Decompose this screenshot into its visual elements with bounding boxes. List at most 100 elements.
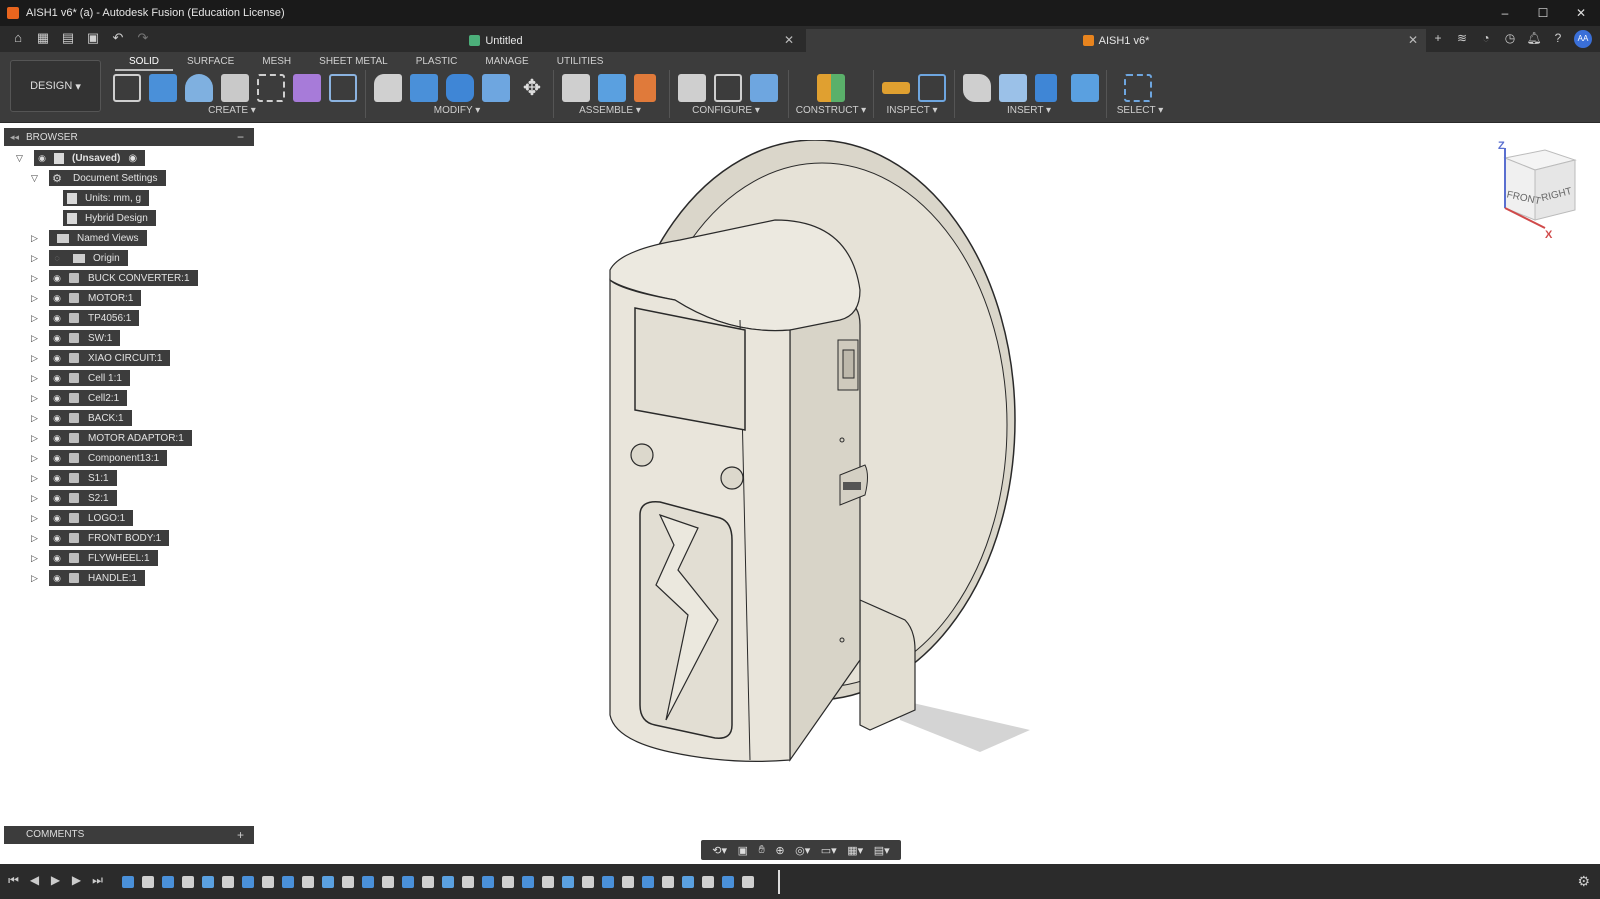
- modify-menu[interactable]: MODIFY ▾: [434, 105, 481, 116]
- joint-icon[interactable]: [562, 74, 590, 102]
- minimize-panel-icon[interactable]: −: [237, 130, 244, 144]
- tree-chip[interactable]: ◉ TP4056:1: [49, 310, 140, 326]
- timeline-feature-icon[interactable]: [542, 876, 554, 888]
- step-forward-icon[interactable]: ▶: [71, 873, 82, 888]
- pan-icon[interactable]: ✋︎: [759, 844, 765, 857]
- workspace-switcher[interactable]: DESIGN ▾: [10, 60, 101, 112]
- avatar[interactable]: AA: [1574, 30, 1592, 48]
- browser-header[interactable]: ◂◂ BROWSER −: [4, 128, 254, 146]
- tree-document-settings[interactable]: ▽ ⚙ Document Settings: [0, 170, 260, 186]
- timeline-feature-icon[interactable]: [242, 876, 254, 888]
- visibility-eye-icon[interactable]: ◉: [49, 433, 65, 444]
- model-viewport[interactable]: [560, 140, 1060, 780]
- tree-component[interactable]: ▷ ◉ BUCK CONVERTER:1: [0, 270, 260, 286]
- tree-chip[interactable]: ◉ MOTOR ADAPTOR:1: [49, 430, 192, 446]
- expand-arrow-icon[interactable]: ▷: [31, 393, 41, 404]
- tree-chip[interactable]: ◉ FLYWHEEL:1: [49, 550, 158, 566]
- timeline-feature-icon[interactable]: [282, 876, 294, 888]
- tree-component[interactable]: ▷ ◉ S2:1: [0, 490, 260, 506]
- timeline-feature-icon[interactable]: [222, 876, 234, 888]
- tree-chip[interactable]: ◉ BACK:1: [49, 410, 132, 426]
- close-window-button[interactable]: ✕: [1562, 0, 1600, 26]
- expand-arrow-icon[interactable]: ▷: [31, 453, 41, 464]
- offset-plane-icon[interactable]: [817, 74, 845, 102]
- tree-chip[interactable]: ◉ HANDLE:1: [49, 570, 145, 586]
- zoom-icon[interactable]: ⊕: [775, 844, 784, 857]
- comments-panel[interactable]: COMMENTS +: [4, 826, 254, 844]
- tree-chip[interactable]: ◉ FRONT BODY:1: [49, 530, 170, 546]
- tree-chip[interactable]: ⚙ Document Settings: [49, 170, 166, 186]
- timeline-feature-icon[interactable]: [342, 876, 354, 888]
- hole-icon[interactable]: [221, 74, 249, 102]
- tree-design-type[interactable]: Hybrid Design: [0, 210, 260, 226]
- go-to-start-icon[interactable]: ⏮︎: [8, 873, 19, 888]
- configure-menu[interactable]: CONFIGURE ▾: [692, 105, 760, 116]
- expand-arrow-icon[interactable]: ▷: [31, 313, 41, 324]
- tree-chip[interactable]: ◉ (Unsaved) ◉: [34, 150, 146, 166]
- select-menu[interactable]: SELECT ▾: [1117, 105, 1164, 116]
- tree-chip[interactable]: ◌ Origin: [49, 250, 128, 266]
- visibility-eye-icon[interactable]: ◉: [49, 313, 65, 324]
- rigid-group-icon[interactable]: [634, 74, 656, 102]
- tree-component[interactable]: ▷ ◉ XIAO CIRCUIT:1: [0, 350, 260, 366]
- expand-arrow-icon[interactable]: ▷: [31, 293, 41, 304]
- decal-icon[interactable]: [999, 74, 1027, 102]
- tab-surface[interactable]: SURFACE: [173, 54, 248, 71]
- timeline-feature-icon[interactable]: [702, 876, 714, 888]
- orbit-icon[interactable]: ⟲▾: [712, 844, 727, 857]
- timeline-feature-icon[interactable]: [382, 876, 394, 888]
- viewports-icon[interactable]: ▤▾: [874, 844, 890, 857]
- timeline-feature-icon[interactable]: [642, 876, 654, 888]
- visibility-eye-icon[interactable]: ◉: [49, 513, 65, 524]
- tree-chip[interactable]: ◉ S2:1: [49, 490, 117, 506]
- collapse-panel-icon[interactable]: ◂◂: [10, 132, 19, 143]
- job-status-icon[interactable]: ◔: [1478, 30, 1494, 46]
- tree-chip[interactable]: ◉ Cell2:1: [49, 390, 128, 406]
- tree-root[interactable]: ▽ ◉ (Unsaved) ◉: [0, 150, 260, 166]
- extrude-icon[interactable]: [149, 74, 177, 102]
- construct-menu[interactable]: CONSTRUCT ▾: [796, 105, 866, 116]
- rectangular-pattern-icon[interactable]: [257, 74, 285, 102]
- move-icon[interactable]: ✥: [518, 74, 546, 102]
- timeline-feature-icon[interactable]: [462, 876, 474, 888]
- tree-component[interactable]: ▷ ◉ FRONT BODY:1: [0, 530, 260, 546]
- tree-chip[interactable]: ◉ SW:1: [49, 330, 121, 346]
- visibility-eye-icon[interactable]: ◉: [49, 373, 65, 384]
- expand-arrow-icon[interactable]: ▽: [31, 173, 41, 184]
- create-sketch-icon[interactable]: [113, 74, 141, 102]
- fillet-icon[interactable]: [410, 74, 438, 102]
- expand-arrow-icon[interactable]: ▷: [31, 233, 41, 244]
- minimize-button[interactable]: –: [1486, 0, 1524, 26]
- tab-utilities[interactable]: UTILITIES: [543, 54, 618, 71]
- tree-named-views[interactable]: ▷ Named Views: [0, 230, 260, 246]
- configure-rules-icon[interactable]: [750, 74, 778, 102]
- go-to-end-icon[interactable]: ⏭︎: [92, 873, 103, 888]
- timeline-settings-icon[interactable]: ⚙: [1577, 873, 1590, 890]
- close-tab-icon[interactable]: ✕: [784, 33, 794, 47]
- visibility-eye-icon[interactable]: ◉: [49, 413, 65, 424]
- extensions-icon[interactable]: ≋: [1454, 30, 1470, 46]
- visibility-eye-icon[interactable]: ◉: [49, 533, 65, 544]
- tree-chip[interactable]: ◉ Component13:1: [49, 450, 168, 466]
- visibility-eye-icon[interactable]: ◉: [49, 293, 65, 304]
- visibility-eye-icon[interactable]: ◉: [49, 553, 65, 564]
- visibility-eye-icon[interactable]: ◉: [34, 153, 50, 164]
- configure-icon[interactable]: [678, 74, 706, 102]
- close-tab-icon[interactable]: ✕: [1408, 33, 1418, 47]
- timeline-feature-icon[interactable]: [122, 876, 134, 888]
- home-icon[interactable]: ⌂: [10, 30, 26, 46]
- tree-chip[interactable]: ◉ S1:1: [49, 470, 117, 486]
- visibility-eye-icon[interactable]: ◉: [49, 393, 65, 404]
- timeline-feature-icon[interactable]: [162, 876, 174, 888]
- tab-solid[interactable]: SOLID: [115, 54, 174, 71]
- tree-chip[interactable]: Hybrid Design: [63, 210, 156, 226]
- expand-arrow-icon[interactable]: ▷: [31, 413, 41, 424]
- tree-component[interactable]: ▷ ◉ Cell 1:1: [0, 370, 260, 386]
- help-icon[interactable]: ?: [1550, 30, 1566, 46]
- press-pull-icon[interactable]: [374, 74, 402, 102]
- display-settings-icon[interactable]: ▭▾: [821, 844, 837, 857]
- tree-chip[interactable]: ◉ XIAO CIRCUIT:1: [49, 350, 171, 366]
- play-icon[interactable]: ▶: [50, 873, 61, 888]
- tree-component[interactable]: ▷ ◉ S1:1: [0, 470, 260, 486]
- tree-component[interactable]: ▷ ◉ MOTOR ADAPTOR:1: [0, 430, 260, 446]
